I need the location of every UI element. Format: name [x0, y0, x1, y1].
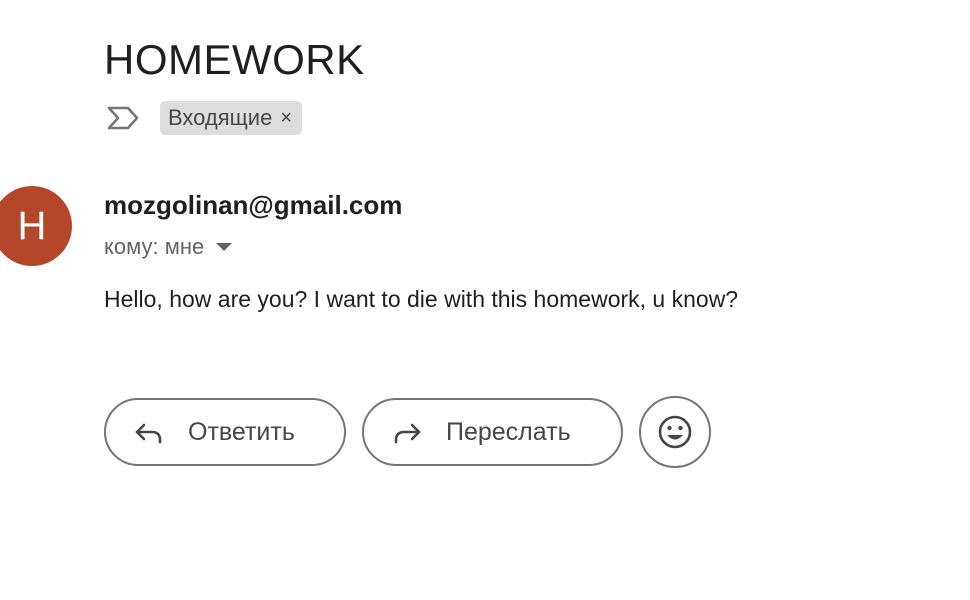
forward-arrow-icon: [394, 423, 421, 444]
recipient-text: кому: мне: [104, 234, 205, 259]
reply-arrow-icon: [135, 423, 162, 444]
remove-label-icon[interactable]: ×: [280, 108, 292, 128]
action-row: Ответить Переслать: [104, 396, 711, 468]
emoji-reaction-button[interactable]: [639, 396, 711, 468]
reply-button[interactable]: Ответить: [104, 398, 346, 466]
label-row: Входящие ×: [106, 100, 302, 136]
importance-marker-icon[interactable]: [106, 106, 140, 130]
forward-button[interactable]: Переслать: [362, 398, 623, 466]
email-subject: HOMEWORK: [104, 36, 365, 83]
email-view: HOMEWORK Входящие × H mozgolinan@gmail.c…: [0, 0, 970, 600]
email-body: Hello, how are you? I want to die with t…: [104, 286, 739, 312]
recipient-row: кому: мне: [104, 234, 233, 260]
label-chip-text: Входящие: [168, 105, 273, 130]
sender-avatar[interactable]: H: [0, 186, 72, 266]
forward-button-label: Переслать: [446, 417, 571, 446]
label-chip-inbox[interactable]: Входящие ×: [160, 101, 302, 135]
smiley-face-icon: [658, 415, 692, 449]
sender-email[interactable]: mozgolinan@gmail.com: [104, 190, 402, 221]
reply-button-label: Ответить: [188, 417, 295, 446]
caret-down-icon[interactable]: [216, 242, 233, 252]
